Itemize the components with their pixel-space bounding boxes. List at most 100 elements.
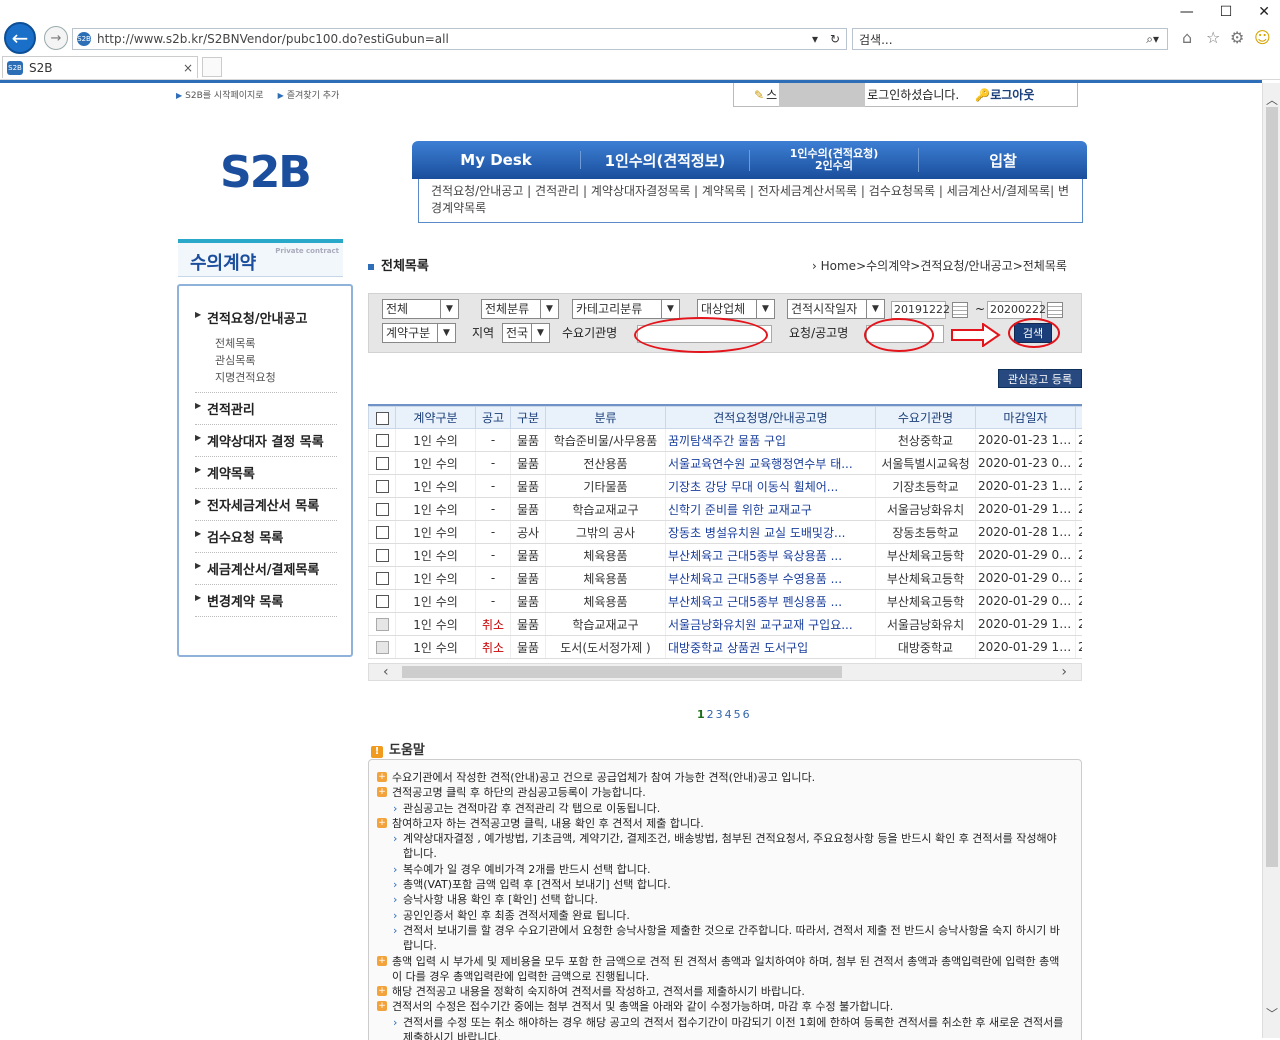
forward-arrow-icon[interactable]: → [44, 26, 68, 50]
nav-bid[interactable]: 입찰 [919, 150, 1087, 171]
scroll-up-icon[interactable]: ︿ [1266, 91, 1278, 108]
scope-select[interactable]: 전체 ▼ [382, 299, 459, 319]
browser-search-placeholder[interactable]: 검색... [859, 31, 1146, 48]
sidebar-item-invoice-payment[interactable]: 세금계산서/결제목록 [195, 553, 337, 585]
target-vendor-select[interactable]: 대상업체 ▼ [697, 299, 775, 319]
row-checkbox[interactable] [368, 474, 396, 498]
sidebar-sub-all[interactable]: 전체목록 [215, 335, 337, 352]
sidebar-item-quote-request[interactable]: 견적요청/안내공고 [195, 302, 337, 333]
minimize-icon[interactable]: — [1180, 4, 1194, 20]
sidebar-item-change-contract[interactable]: 변경계약 목록 [195, 585, 337, 617]
register-interest-button[interactable]: 관심공고 등록 [998, 369, 1082, 388]
add-favorite-link[interactable]: 즐겨찾기 추가 [278, 88, 340, 101]
cell-request-name[interactable]: 부산체육고 근대5종부 육상용품 ... [665, 543, 876, 567]
sidebar-item-inspection[interactable]: 검수요청 목록 [195, 521, 337, 553]
s2b-logo[interactable]: S2B [220, 147, 312, 198]
cell-request-name[interactable]: 서울교육연수원 교육행정연수부 태... [665, 451, 876, 475]
address-bar[interactable]: S2B http://www.s2b.kr/S2BNVendor/pubc100… [72, 28, 847, 50]
table-row[interactable]: 1인 수의 - 공사 그밖의 공사 장동초 병설유치원 교실 도배및강... 장동초등학교… [368, 520, 1082, 544]
date-type-select[interactable]: 견적시작일자 ▼ [787, 299, 885, 319]
page-link[interactable]: 3 [716, 708, 725, 721]
table-row[interactable]: 1인 수의 - 물품 학습교재교구 신학기 준비를 위한 교재교구 서울금낭화유치 2020… [368, 497, 1082, 521]
cell-request-name[interactable]: 장동초 병설유치원 교실 도배및강... [665, 520, 876, 544]
horizontal-scrollbar[interactable]: ‹ › [368, 663, 1082, 681]
cell-request-name[interactable]: 신학기 준비를 위한 교재교구 [665, 497, 876, 521]
set-homepage-link[interactable]: S2B를 시작페이지로 [176, 88, 263, 101]
table-row[interactable]: 1인 수의 - 물품 체육용품 부산체육고 근대5종부 수영용품 ... 부산체육고등학 2… [368, 566, 1082, 590]
col-contract-type[interactable]: 계약구분 [395, 406, 476, 429]
region-select[interactable]: 전국 ▼ [502, 323, 550, 343]
nav-single-quote-request[interactable]: 1인수의(견적요청) 2인수의 [750, 148, 919, 172]
row-checkbox[interactable] [368, 428, 396, 452]
sidebar-item-einvoice[interactable]: 전자세금계산서 목록 [195, 489, 337, 521]
sidebar-item-quote-mgmt[interactable]: 견적관리 [195, 393, 337, 425]
new-tab-button[interactable] [202, 57, 222, 77]
tab-title[interactable]: S2B [29, 61, 52, 75]
home-icon[interactable]: ⌂ [1182, 28, 1192, 47]
page-link[interactable]: 6 [743, 708, 752, 721]
calendar-icon[interactable] [1047, 302, 1063, 318]
table-row[interactable]: 1인 수의 - 물품 체육용품 부산체육고 근대5종부 육상용품 ... 부산체육고등학 2… [368, 543, 1082, 567]
back-arrow-icon[interactable]: ← [4, 22, 36, 54]
cell-request-name[interactable]: 서울금낭화유치원 교구교재 구입요... [665, 612, 876, 636]
vertical-scrollbar[interactable]: ︿ ﹀ [1262, 83, 1280, 1038]
calendar-icon[interactable] [952, 302, 968, 318]
refresh-icon[interactable]: ↻ [830, 32, 840, 46]
select-all-checkbox[interactable] [368, 406, 396, 429]
sub-menu[interactable]: 견적요청/안내공고 | 견적관리 | 계약상대자결정목록 | 계약목록 | 전자… [418, 179, 1083, 223]
gear-icon[interactable]: ⚙ [1230, 28, 1244, 47]
cell-request-name[interactable]: 부산체육고 근대5종부 수영용품 ... [665, 566, 876, 590]
sidebar-item-contractor[interactable]: 계약상대자 결정 목록 [195, 425, 337, 457]
col-notice[interactable]: 공고 [475, 406, 511, 429]
scroll-right-icon[interactable]: › [1061, 664, 1067, 680]
nav-mydesk[interactable]: My Desk [412, 151, 581, 169]
cell-request-name[interactable]: 부산체육고 근대5종부 펜싱용품 ... [665, 589, 876, 613]
contract-type-select[interactable]: 계약구분 ▼ [382, 323, 456, 343]
table-row[interactable]: 1인 수의 취소 물품 학습교재교구 서울금낭화유치원 교구교재 구입요... 서울금낭화… [368, 612, 1082, 636]
page-link[interactable]: 1 [697, 708, 707, 721]
col-kind[interactable]: 구분 [510, 406, 546, 429]
table-row[interactable]: 1인 수의 - 물품 기타물품 기장초 강당 무대 이동식 휠체어... 기장초등학교 20… [368, 474, 1082, 498]
browser-search-box[interactable]: 검색... ⌕▾ [852, 28, 1168, 50]
category-type-select[interactable]: 전체분류 ▼ [481, 299, 559, 319]
close-icon[interactable]: ✕ [1258, 4, 1270, 20]
row-checkbox[interactable] [368, 497, 396, 521]
row-checkbox[interactable] [368, 635, 396, 659]
nav-single-quote-info[interactable]: 1인수의(견적정보) [581, 149, 750, 171]
col-request-name[interactable]: 견적요청명/안내공고명 [665, 406, 876, 429]
sidebar-sub-designated[interactable]: 지명견적요청 [215, 369, 337, 386]
scroll-thumb[interactable] [1266, 107, 1278, 867]
date-from-input[interactable]: 20191222 [891, 301, 950, 319]
scroll-left-icon[interactable]: ‹ [383, 664, 389, 680]
row-checkbox[interactable] [368, 451, 396, 475]
cell-request-name[interactable]: 대방중학교 상품권 도서구입 [665, 635, 876, 659]
cell-request-name[interactable]: 기장초 강당 무대 이동식 휠체어... [665, 474, 876, 498]
favorites-star-icon[interactable]: ☆ [1206, 28, 1220, 47]
table-row[interactable]: 1인 수의 - 물품 체육용품 부산체육고 근대5종부 펜싱용품 ... 부산체육고등학 2… [368, 589, 1082, 613]
table-row[interactable]: 1인 수의 - 물품 전산용품 서울교육연수원 교육행정연수부 태... 서울특별시교육청… [368, 451, 1082, 475]
sidebar-item-contracts[interactable]: 계약목록 [195, 457, 337, 489]
date-to-input[interactable]: 20200222 [987, 301, 1046, 319]
scroll-thumb[interactable] [402, 666, 842, 678]
row-checkbox[interactable] [368, 566, 396, 590]
table-row[interactable]: 1인 수의 - 물품 학습준비물/사무용품 꿈끼탐색주간 물품 구입 천상중학교 2020-… [368, 428, 1082, 452]
col-due-date[interactable]: 마감일자 [975, 406, 1076, 429]
smiley-icon[interactable]: ☺ [1254, 28, 1271, 47]
row-checkbox[interactable] [368, 520, 396, 544]
url-text[interactable]: http://www.s2b.kr/S2BNVendor/pubc100.do?… [97, 32, 806, 46]
page-link[interactable]: 4 [725, 708, 734, 721]
col-agency[interactable]: 수요기관명 [875, 406, 976, 429]
sidebar-sub-interest[interactable]: 관심목록 [215, 352, 337, 369]
col-category[interactable]: 분류 [545, 406, 666, 429]
row-checkbox[interactable] [368, 612, 396, 636]
row-checkbox[interactable] [368, 543, 396, 567]
search-icon[interactable]: ⌕▾ [1146, 32, 1159, 47]
table-row[interactable]: 1인 수의 취소 물품 도서(도서정가제 ) 대방중학교 상품권 도서구입 대방중학교 20… [368, 635, 1082, 659]
row-checkbox[interactable] [368, 589, 396, 613]
page-link[interactable]: 2 [707, 708, 716, 721]
dropdown-icon[interactable]: ▾ [812, 32, 818, 46]
page-link[interactable]: 5 [734, 708, 743, 721]
logout-link[interactable]: 🔑로그아웃 [975, 86, 1034, 103]
tab-close-icon[interactable]: × [183, 61, 193, 75]
browser-tab[interactable]: S2B S2B × [2, 56, 198, 78]
